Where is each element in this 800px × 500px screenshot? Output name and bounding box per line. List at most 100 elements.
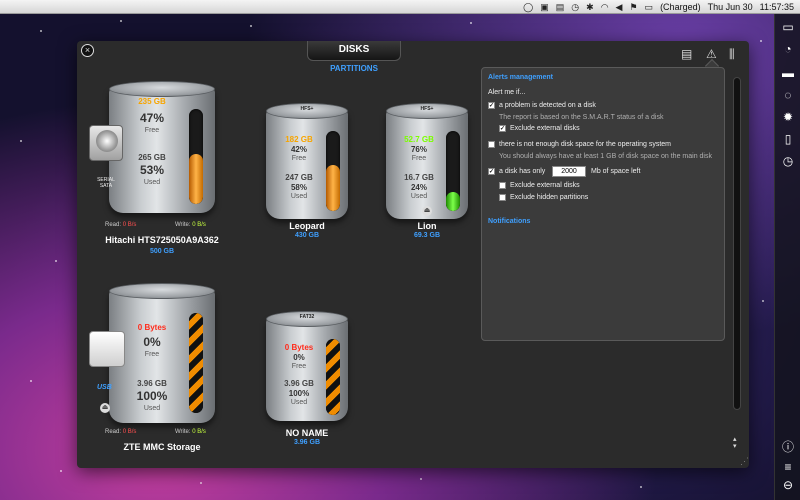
- used-gb: 3.96 GB: [137, 379, 167, 388]
- disk-size: 69.3 GB: [413, 232, 441, 239]
- low-space-mb-input[interactable]: 2000: [552, 166, 586, 177]
- read-value: 0 B/s: [122, 222, 137, 228]
- free-gb: 182 GB: [285, 135, 313, 144]
- used-percent: 53%: [139, 163, 165, 177]
- sliders-icon[interactable]: ≡: [778, 458, 798, 476]
- low-space-suffix: Mb of space left: [591, 168, 641, 175]
- battery-icon[interactable]: ▭: [645, 0, 654, 14]
- write-value: 0 B/s: [192, 222, 206, 228]
- disk-cylinder: FAT32 0 Bytes 0% Free 3.96 GB 100% Used: [266, 311, 348, 421]
- free-gb: 52.7 GB: [404, 135, 434, 144]
- exclude-hidden-label[interactable]: Exclude hidden partitions: [510, 194, 588, 201]
- equalizer-icon[interactable]: ⫼: [729, 47, 735, 62]
- free-gb: 235 GB: [138, 97, 166, 106]
- used-gb: 3.96 GB: [284, 379, 314, 388]
- os-space-label[interactable]: there is not enough disk space for the o…: [499, 141, 671, 148]
- partition-no-name[interactable]: FAT32 0 Bytes 0% Free 3.96 GB 100% Used: [266, 309, 348, 429]
- right-dock: ▭ ◔ ▬ ◌ ✹ ▯ ◷ ⓘ ≡ ⊖: [774, 14, 800, 500]
- menu-bar: ◯ ▣ ▤ ◷ ✱ ◠ ◀ ⚑ ▭ (Charged) Thu Jun 30 1…: [0, 0, 800, 14]
- speedometer-icon[interactable]: ◔: [778, 40, 798, 58]
- used-label: Used: [290, 399, 308, 406]
- exclude-external-checkbox[interactable]: ✓: [499, 125, 506, 132]
- wifi-icon[interactable]: ◠: [601, 0, 609, 14]
- used-label: Used: [290, 193, 308, 200]
- problem-detected-checkbox[interactable]: ✓: [488, 102, 495, 109]
- used-label: Used: [143, 405, 161, 412]
- battery-status: (Charged): [660, 1, 701, 12]
- free-percent: 47%: [139, 111, 165, 125]
- gear-icon[interactable]: ✹: [778, 108, 798, 126]
- display-icon[interactable]: ▭: [778, 18, 798, 36]
- disk-cylinder: HFS+ 52.7 GB 76% Free 16.7 GB 24% Used: [386, 103, 468, 219]
- read-label: Read:: [105, 222, 122, 228]
- write-label: Write:: [175, 222, 191, 228]
- disk-cylinder-top: [109, 81, 215, 97]
- used-percent: 100%: [136, 389, 168, 403]
- close-icon[interactable]: ×: [81, 44, 94, 57]
- alerts-intro: Alert me if...: [488, 89, 526, 96]
- chat-icon[interactable]: ◯: [523, 0, 533, 14]
- write-rate: Write: 0 B/s: [175, 222, 206, 228]
- free-label: Free: [291, 363, 307, 370]
- disk-name: Leopard: [289, 221, 325, 231]
- clock-icon[interactable]: ◷: [778, 152, 798, 170]
- write-value: 0 B/s: [192, 429, 206, 435]
- free-label: Free: [291, 155, 307, 162]
- write-label: Write:: [175, 429, 191, 435]
- read-rate: Read: 0 B/s: [105, 429, 136, 435]
- free-gb: 0 Bytes: [284, 343, 314, 352]
- low-space-prefix[interactable]: a disk has only: [499, 168, 545, 175]
- alerts-title: Alerts management: [488, 74, 553, 81]
- used-gb: 16.7 GB: [404, 173, 434, 182]
- read-label: Read:: [105, 429, 122, 435]
- low-space-exclude-external-label[interactable]: Exclude external disks: [510, 182, 580, 189]
- menubar-date[interactable]: Thu Jun 30: [708, 2, 753, 12]
- flag-icon[interactable]: ⚑: [629, 0, 637, 14]
- monitor-icon[interactable]: ▣: [540, 0, 549, 14]
- scroll-arrows[interactable]: ▴ ▾: [733, 436, 737, 450]
- filesystem-label: HFS+: [420, 106, 434, 112]
- usb-label: USB: [97, 384, 112, 391]
- list-icon[interactable]: ▤: [681, 47, 692, 61]
- disk-cylinder-top: [109, 283, 215, 299]
- used-percent: 100%: [288, 389, 310, 398]
- exclude-external-label[interactable]: Exclude external disks: [510, 125, 580, 132]
- disk-size: 430 GB: [294, 232, 320, 239]
- alerts-popover: Alerts management Alert me if... ✓ a pro…: [481, 67, 725, 341]
- network-icon[interactable]: ◌: [778, 86, 798, 104]
- resize-grip-icon[interactable]: ⋰: [740, 456, 749, 467]
- bluetooth-icon[interactable]: ✱: [586, 0, 594, 14]
- serial-sata-label: SERIAL SATA: [97, 177, 115, 189]
- time-machine-icon[interactable]: ◷: [571, 0, 579, 14]
- write-rate: Write: 0 B/s: [175, 429, 206, 435]
- free-percent: 0%: [293, 353, 305, 362]
- document-icon[interactable]: ▯: [778, 130, 798, 148]
- disk-size: 3.96 GB: [293, 439, 321, 446]
- disk-name: NO NAME: [285, 428, 329, 438]
- disk-cylinder: 235 GB 47% Free 265 GB 53% Used: [109, 81, 215, 213]
- low-space-checkbox[interactable]: ✓: [488, 168, 495, 175]
- problem-detected-label[interactable]: a problem is detected on a disk: [499, 102, 596, 109]
- info-icon[interactable]: ⓘ: [778, 438, 798, 456]
- os-space-hint: You should always have at least 1 GB of …: [499, 153, 712, 160]
- eject-icon[interactable]: ⏏: [422, 206, 432, 216]
- tab-disks[interactable]: DISKS: [307, 41, 401, 61]
- free-percent: 76%: [410, 145, 427, 154]
- scrollbar[interactable]: [733, 77, 741, 410]
- volume-icon[interactable]: ◀: [616, 0, 623, 14]
- filesystem-label: FAT32: [299, 314, 315, 320]
- read-rate: Read: 0 B/s: [105, 222, 136, 228]
- contacts-icon[interactable]: ▤: [556, 0, 565, 14]
- disk-cylinder: HFS+ 182 GB 42% Free 247 GB 58% Used: [266, 103, 348, 219]
- disk-hitachi[interactable]: 235 GB 47% Free 265 GB 53% Used: [107, 79, 217, 259]
- problem-detected-hint: The report is based on the S.M.A.R.T sta…: [499, 114, 664, 121]
- minus-icon[interactable]: ⊖: [778, 476, 798, 494]
- low-space-exclude-external-checkbox[interactable]: [499, 182, 506, 189]
- notifications-link[interactable]: Notifications: [488, 218, 530, 225]
- tab-partitions[interactable]: PARTITIONS: [329, 64, 379, 73]
- exclude-hidden-checkbox[interactable]: [499, 194, 506, 201]
- disk-icon[interactable]: ▬: [778, 64, 798, 82]
- os-space-checkbox[interactable]: [488, 141, 495, 148]
- eject-icon[interactable]: ⏏: [100, 403, 110, 413]
- menubar-time[interactable]: 11:57:35: [760, 2, 794, 12]
